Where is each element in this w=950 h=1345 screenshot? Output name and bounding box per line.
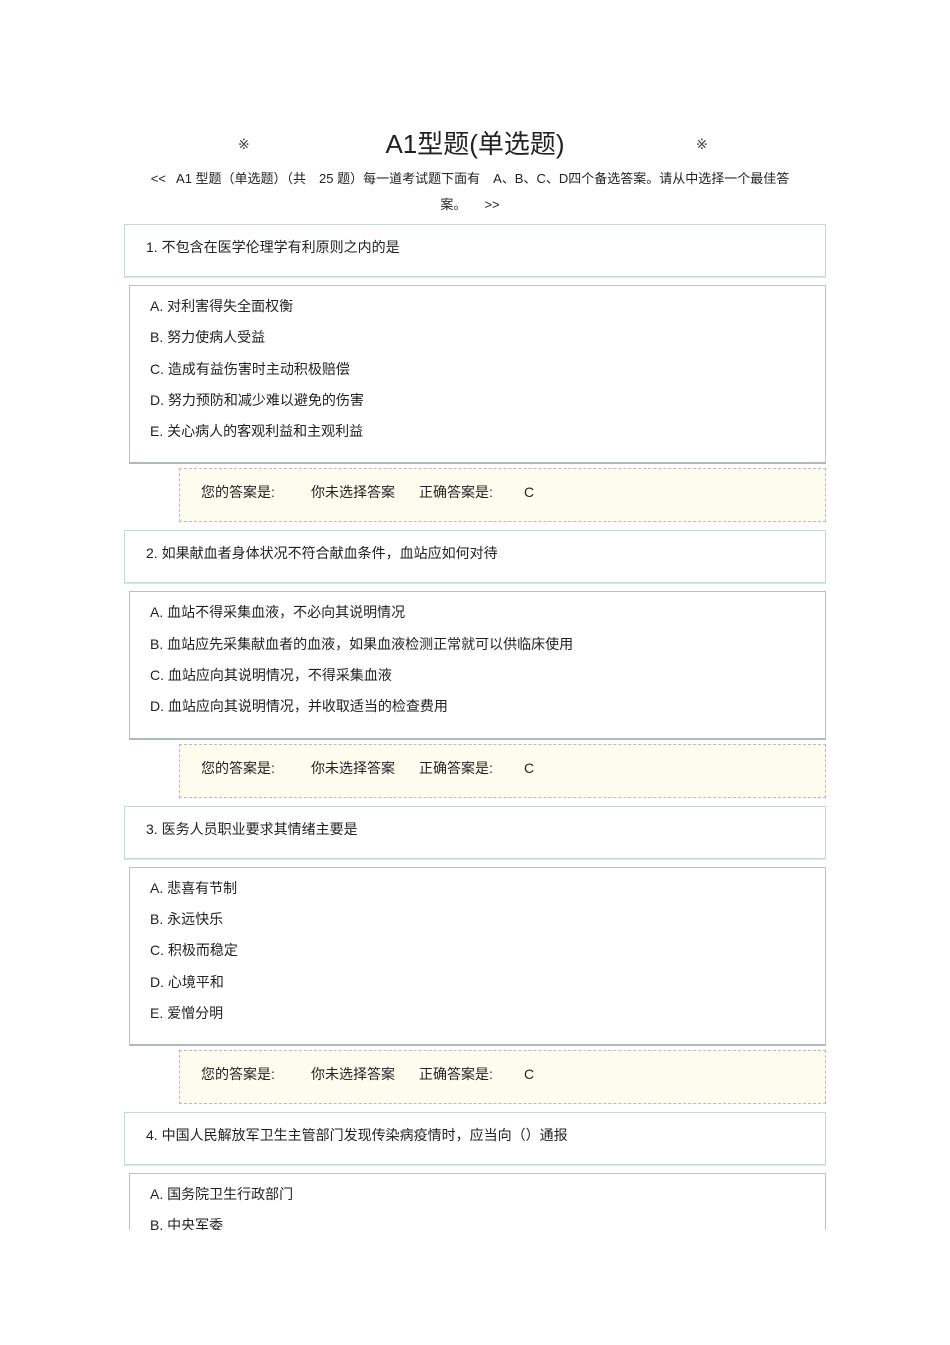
intro-text: A1 型题（单选题）（共 25 题）每一道考试题下面有 A、B、C、D四个备选答…	[176, 171, 790, 212]
your-answer-label: 您的答案是:	[201, 484, 275, 501]
answer-option[interactable]: D. 努力预防和减少难以避免的伤害	[130, 388, 825, 419]
question-text: 1. 不包含在医学伦理学有利原则之内的是	[146, 239, 400, 255]
section-intro: << A1 型题（单选题）（共 25 题）每一道考试题下面有 A、B、C、D四个…	[140, 166, 800, 218]
options-box: A. 悲喜有节制 B. 永远快乐 C. 积极而稳定 D. 心境平和 E. 爱憎分明	[129, 866, 826, 1047]
correct-answer-label: 正确答案是:	[419, 759, 493, 776]
page-title: A1型题(单选题)	[385, 129, 565, 159]
answer-box: 您的答案是: 你未选择答案 正确答案是: C	[179, 1050, 826, 1105]
options-box: A. 对利害得失全面权衡 B. 努力使病人受益 C. 造成有益伤害时主动积极赔偿 D.…	[129, 285, 826, 465]
answer-option[interactable]: E. 关心病人的客观利益和主观利益	[130, 419, 825, 450]
answer-option[interactable]: C. 血站应向其说明情况，不得采集血液	[130, 663, 825, 694]
answer-option[interactable]: D. 心境平和	[130, 970, 825, 1001]
answer-option[interactable]: E. 爱憎分明	[130, 1001, 825, 1032]
your-answer-value: 你未选择答案	[311, 484, 395, 501]
your-answer-label: 您的答案是:	[201, 1066, 275, 1083]
next-link[interactable]: >>	[484, 197, 499, 212]
correct-answer-label: 正确答案是:	[419, 1066, 493, 1083]
answer-option[interactable]: B. 血站应先采集献血者的血液，如果血液检测正常就可以供临床使用	[130, 632, 825, 663]
options-box: A. 血站不得采集血液，不必向其说明情况 B. 血站应先采集献血者的血液，如果血液…	[129, 591, 826, 740]
answer-option[interactable]: C. 造成有益伤害时主动积极赔偿	[130, 357, 825, 388]
correct-answer-label: 正确答案是:	[419, 484, 493, 501]
your-answer-value: 你未选择答案	[311, 759, 395, 776]
your-answer-value: 你未选择答案	[311, 1066, 395, 1083]
answer-option[interactable]: B. 努力使病人受益	[130, 325, 825, 356]
answer-option[interactable]: B. 中央军委	[130, 1213, 825, 1230]
answer-row: 您的答案是: 你未选择答案 正确答案是: C	[180, 1051, 825, 1084]
correct-answer-value: C	[524, 759, 535, 776]
reference-mark-right: ※	[696, 136, 708, 152]
answer-option[interactable]: A. 血站不得采集血液，不必向其说明情况	[130, 600, 825, 631]
options-box: A. 国务院卫生行政部门 B. 中央军委	[129, 1173, 826, 1230]
answer-box: 您的答案是: 你未选择答案 正确答案是: C	[179, 743, 826, 798]
question-list: 1. 不包含在医学伦理学有利原则之内的是 A. 对利害得失全面权衡 B. 努力使病人…	[0, 224, 950, 1230]
answer-option[interactable]: A. 对利害得失全面权衡	[130, 294, 825, 325]
answer-option[interactable]: C. 积极而稳定	[130, 938, 825, 969]
answer-option[interactable]: A. 悲喜有节制	[130, 876, 825, 907]
your-answer-label: 您的答案是:	[201, 759, 275, 776]
correct-answer-value: C	[524, 1066, 535, 1083]
question-text: 4. 中国人民解放军卫生主管部门发现传染病疫情时，应当向（）通报	[146, 1127, 568, 1144]
answer-row: 您的答案是: 你未选择答案 正确答案是: C	[180, 469, 825, 502]
correct-answer-value: C	[524, 484, 535, 501]
answer-option[interactable]: A. 国务院卫生行政部门	[130, 1182, 825, 1213]
question-text: 2. 如果献血者身体状况不符合献血条件，血站应如何对待	[146, 545, 498, 562]
question-box: 1. 不包含在医学伦理学有利原则之内的是	[124, 224, 826, 277]
question-box: 4. 中国人民解放军卫生主管部门发现传染病疫情时，应当向（）通报	[124, 1112, 826, 1166]
answer-box: 您的答案是: 你未选择答案 正确答案是: C	[179, 468, 826, 523]
answer-option[interactable]: D. 血站应向其说明情况，并收取适当的检查费用	[130, 694, 825, 725]
question-text: 3. 医务人员职业要求其情绪主要是	[146, 820, 358, 837]
question-box: 2. 如果献血者身体状况不符合献血条件，血站应如何对待	[124, 530, 826, 584]
answer-option[interactable]: B. 永远快乐	[130, 907, 825, 938]
question-box: 3. 医务人员职业要求其情绪主要是	[124, 805, 826, 859]
answer-row: 您的答案是: 你未选择答案 正确答案是: C	[180, 745, 825, 778]
title-row: ※ A1型题(单选题) ※	[0, 122, 950, 162]
prev-link[interactable]: <<	[151, 171, 166, 186]
